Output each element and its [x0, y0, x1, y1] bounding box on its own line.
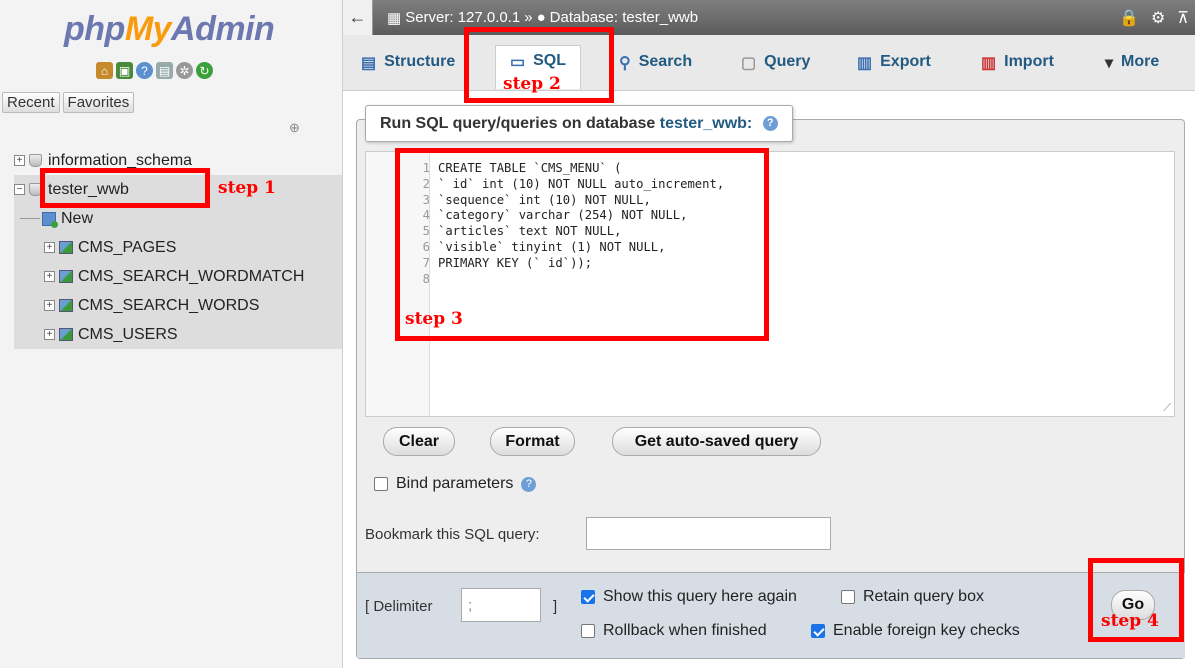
tab-search[interactable]: ⚲ Search [619, 47, 692, 91]
step3-label: step 3 [405, 309, 463, 329]
resize-handle-icon[interactable]: ⟋ [1163, 402, 1171, 415]
exit-icon[interactable]: ▣ [116, 62, 133, 79]
collapse-icon[interactable]: − [14, 184, 25, 195]
db-name[interactable]: information_schema [48, 152, 192, 170]
delimiter-input[interactable]: ; [461, 588, 541, 622]
expand-icon[interactable]: + [44, 300, 55, 311]
favorites-tab[interactable]: Favorites [62, 92, 135, 113]
tab-export[interactable]: ▥ Export [857, 47, 931, 91]
breadcrumb-sep: » [524, 9, 533, 26]
new-table-icon [42, 211, 58, 228]
expand-icon[interactable]: + [44, 242, 55, 253]
show-query-again-row[interactable]: Show this query here again [581, 588, 797, 606]
help-icon[interactable]: ? [762, 116, 778, 132]
tab-import[interactable]: ▥ Import [981, 47, 1054, 91]
structure-icon: ▤ [361, 55, 377, 72]
phpmyadmin-logo[interactable]: phpMyAdmin [64, 10, 275, 49]
caret-down-icon: ▾ [1105, 55, 1114, 72]
delimiter-label: [ Delimiter [365, 598, 433, 615]
table-icon [59, 328, 73, 341]
tree-line [20, 218, 40, 219]
tree-item-new[interactable]: New [14, 204, 342, 233]
step1-highlight [40, 168, 210, 208]
lock-icon[interactable]: 🔒 [1119, 8, 1139, 28]
import-icon: ▥ [981, 55, 997, 72]
topbar-actions: 🔒 ⚙ ⊼ [1119, 8, 1189, 28]
breadcrumb-database[interactable]: Database: tester_wwb [550, 9, 698, 26]
clear-button[interactable]: Clear [383, 427, 455, 456]
step4-label: step 4 [1101, 611, 1159, 631]
table-icon [59, 241, 73, 254]
help-icon[interactable]: ? [136, 62, 153, 79]
tree-table-row[interactable]: + CMS_PAGES [14, 233, 342, 262]
bookmark-label: Bookmark this SQL query: [365, 526, 540, 543]
breadcrumb: ▦ Server: 127.0.0.1 » ● Database: tester… [387, 9, 698, 27]
get-autosaved-query-button[interactable]: Get auto-saved query [612, 427, 821, 456]
export-icon: ▥ [857, 55, 873, 72]
foreign-key-checks-checkbox[interactable] [811, 624, 825, 638]
reload-icon[interactable]: ↻ [196, 62, 213, 79]
table-icon [59, 299, 73, 312]
show-query-again-checkbox[interactable] [581, 590, 595, 604]
step1-label: step 1 [218, 178, 276, 198]
legend-text: Run SQL query/queries on database [380, 115, 656, 132]
query-icon: ▢ [741, 55, 757, 72]
back-arrow-icon[interactable]: ← [343, 0, 373, 35]
legend-db: tester_wwb: [659, 115, 753, 132]
docs-icon[interactable]: ▤ [156, 62, 173, 79]
recent-favorites-tabs: Recent Favorites [2, 92, 135, 113]
expand-icon[interactable]: + [44, 329, 55, 340]
table-name[interactable]: CMS_SEARCH_WORDMATCH [78, 268, 304, 286]
link-icon[interactable]: ⊕ [289, 120, 300, 136]
format-button[interactable]: Format [490, 427, 575, 456]
search-icon: ⚲ [619, 55, 631, 72]
bind-parameters-row[interactable]: Bind parameters ? [374, 475, 537, 493]
tab-structure[interactable]: ▤ Structure [361, 47, 455, 91]
table-name[interactable]: CMS_SEARCH_WORDS [78, 297, 259, 315]
navigation-sidebar: phpMyAdmin ⌂ ▣ ? ▤ ✲ ↻ Recent Favorites … [0, 0, 343, 668]
sidebar-icon-row: ⌂ ▣ ? ▤ ✲ ↻ [96, 62, 213, 79]
expand-icon[interactable]: + [14, 155, 25, 166]
breadcrumb-server[interactable]: Server: 127.0.0.1 [405, 9, 520, 26]
rollback-row[interactable]: Rollback when finished [581, 622, 767, 640]
show-query-again-label: Show this query here again [603, 588, 797, 605]
delimiter-close: ] [553, 598, 558, 615]
retain-query-box-label: Retain query box [863, 588, 984, 605]
table-name[interactable]: CMS_USERS [78, 326, 178, 344]
collapse-top-icon[interactable]: ⊼ [1177, 8, 1189, 28]
table-icon [59, 270, 73, 283]
help-icon[interactable]: ? [521, 476, 537, 492]
tree-table-row[interactable]: + CMS_USERS [14, 320, 342, 349]
tree-table-row[interactable]: + CMS_SEARCH_WORDMATCH [14, 262, 342, 291]
bind-parameters-label: Bind parameters [396, 475, 514, 492]
table-name[interactable]: CMS_PAGES [78, 239, 176, 257]
recent-tab[interactable]: Recent [2, 92, 60, 113]
tree-children: New + CMS_PAGES + CMS_SEARCH_WORDMATCH +… [14, 204, 342, 349]
settings-icon[interactable]: ✲ [176, 62, 193, 79]
expand-icon[interactable]: + [44, 271, 55, 282]
database-icon: ● [536, 9, 546, 26]
tree-table-row[interactable]: + CMS_SEARCH_WORDS [14, 291, 342, 320]
bind-parameters-checkbox[interactable] [374, 477, 388, 491]
sql-panel-legend: Run SQL query/queries on database tester… [365, 105, 793, 142]
foreign-key-checks-row[interactable]: Enable foreign key checks [811, 622, 1020, 640]
bookmark-input[interactable] [586, 517, 831, 550]
retain-query-box-row[interactable]: Retain query box [841, 588, 984, 606]
tab-more[interactable]: ▾ More [1105, 47, 1159, 91]
server-icon: ▦ [387, 9, 402, 27]
new-label[interactable]: New [61, 210, 93, 228]
retain-query-box-checkbox[interactable] [841, 590, 855, 604]
gear-icon[interactable]: ⚙ [1151, 8, 1165, 28]
database-icon [29, 154, 42, 167]
step2-label: step 2 [503, 74, 561, 94]
home-icon[interactable]: ⌂ [96, 62, 113, 79]
foreign-key-checks-label: Enable foreign key checks [833, 622, 1020, 639]
tab-query[interactable]: ▢ Query [741, 47, 810, 91]
rollback-checkbox[interactable] [581, 624, 595, 638]
rollback-label: Rollback when finished [603, 622, 767, 639]
